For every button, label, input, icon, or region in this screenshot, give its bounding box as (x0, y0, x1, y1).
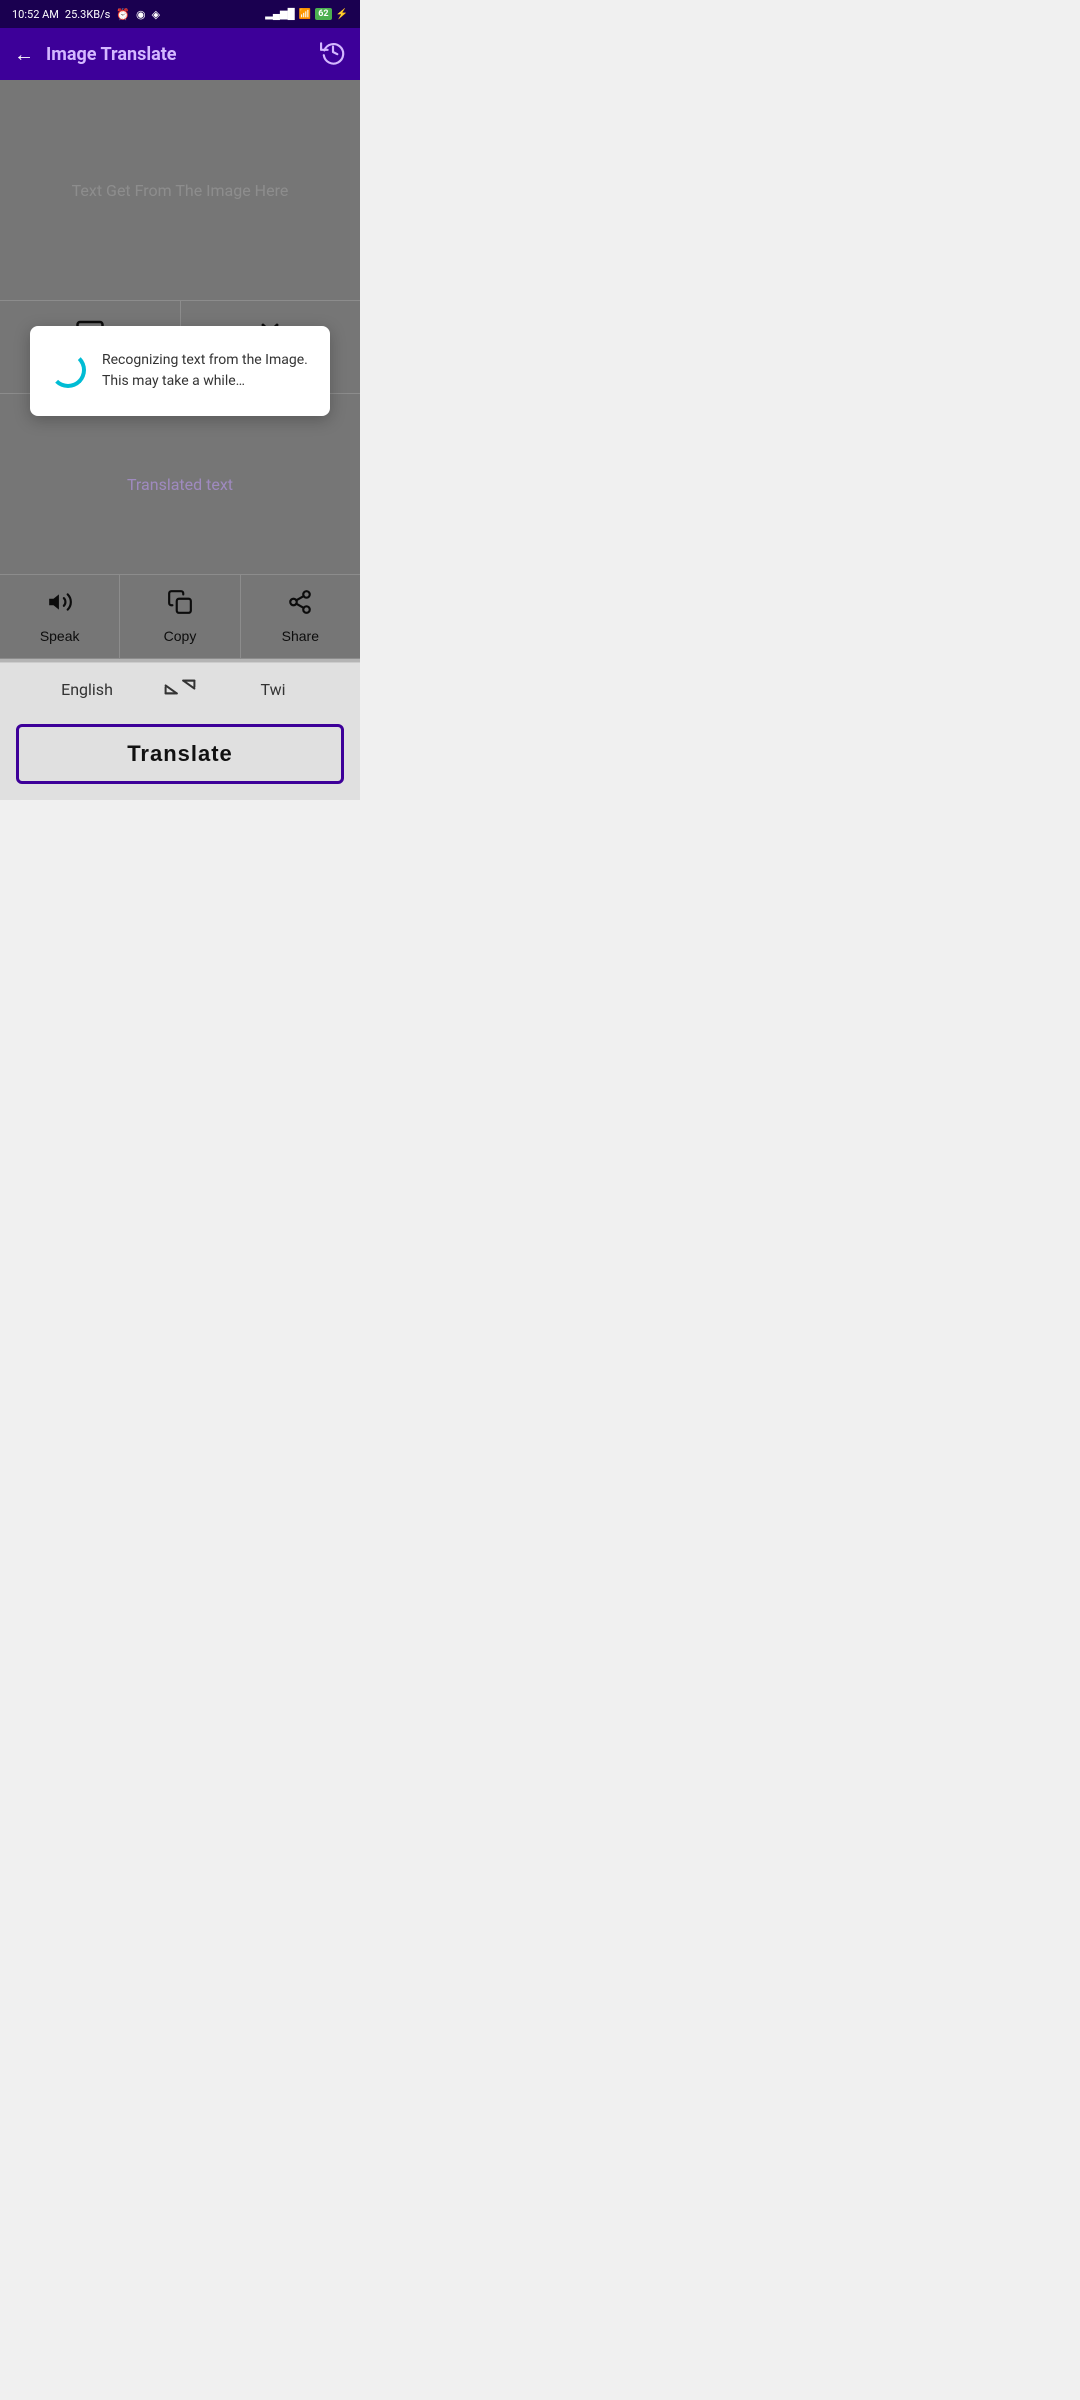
dialog-box: Recognizing text from the Image. This ma… (30, 326, 330, 416)
app-bar: ← Image Translate (0, 28, 360, 80)
status-right: ▂▄▆█ 📶 62 ⚡ (265, 8, 348, 20)
notification-icon2: ◈ (152, 8, 160, 21)
charging-icon: ⚡ (336, 9, 348, 20)
alarm-icon: ⏰ (116, 8, 130, 21)
status-bar: 10:52 AM 25.3KB/s ⏰ ◉ ◈ ▂▄▆█ 📶 62 ⚡ (0, 0, 360, 28)
wifi-icon: 📶 (299, 9, 311, 20)
battery-indicator: 62 (315, 8, 331, 20)
language-row: English Twi (0, 662, 360, 716)
loading-spinner (50, 352, 86, 388)
time: 10:52 AM (12, 8, 59, 21)
language-swap-button[interactable] (164, 677, 196, 702)
dialog-message: Recognizing text from the Image. This ma… (102, 350, 308, 392)
status-left: 10:52 AM 25.3KB/s ⏰ ◉ ◈ (12, 8, 160, 21)
source-language[interactable]: English (20, 680, 154, 699)
screen: 10:52 AM 25.3KB/s ⏰ ◉ ◈ ▂▄▆█ 📶 62 ⚡ ← Im… (0, 0, 360, 800)
back-button[interactable]: ← (14, 42, 34, 67)
target-language[interactable]: Twi (206, 680, 340, 699)
dialog-overlay: Recognizing text from the Image. This ma… (0, 80, 360, 662)
dialog-line1: Recognizing text from the Image. (102, 352, 308, 368)
notification-icon1: ◉ (136, 8, 146, 21)
speed: 25.3KB/s (65, 8, 110, 21)
dialog-line2: This may take a while… (102, 373, 245, 389)
app-title: Image Translate (46, 44, 320, 65)
signal-icon: ▂▄▆█ (265, 9, 295, 20)
history-button[interactable] (320, 39, 346, 70)
translate-button-wrap: Translate (0, 716, 360, 800)
translate-button[interactable]: Translate (16, 724, 344, 784)
content-area: Text Get From The Image Here Select Imag… (0, 80, 360, 662)
